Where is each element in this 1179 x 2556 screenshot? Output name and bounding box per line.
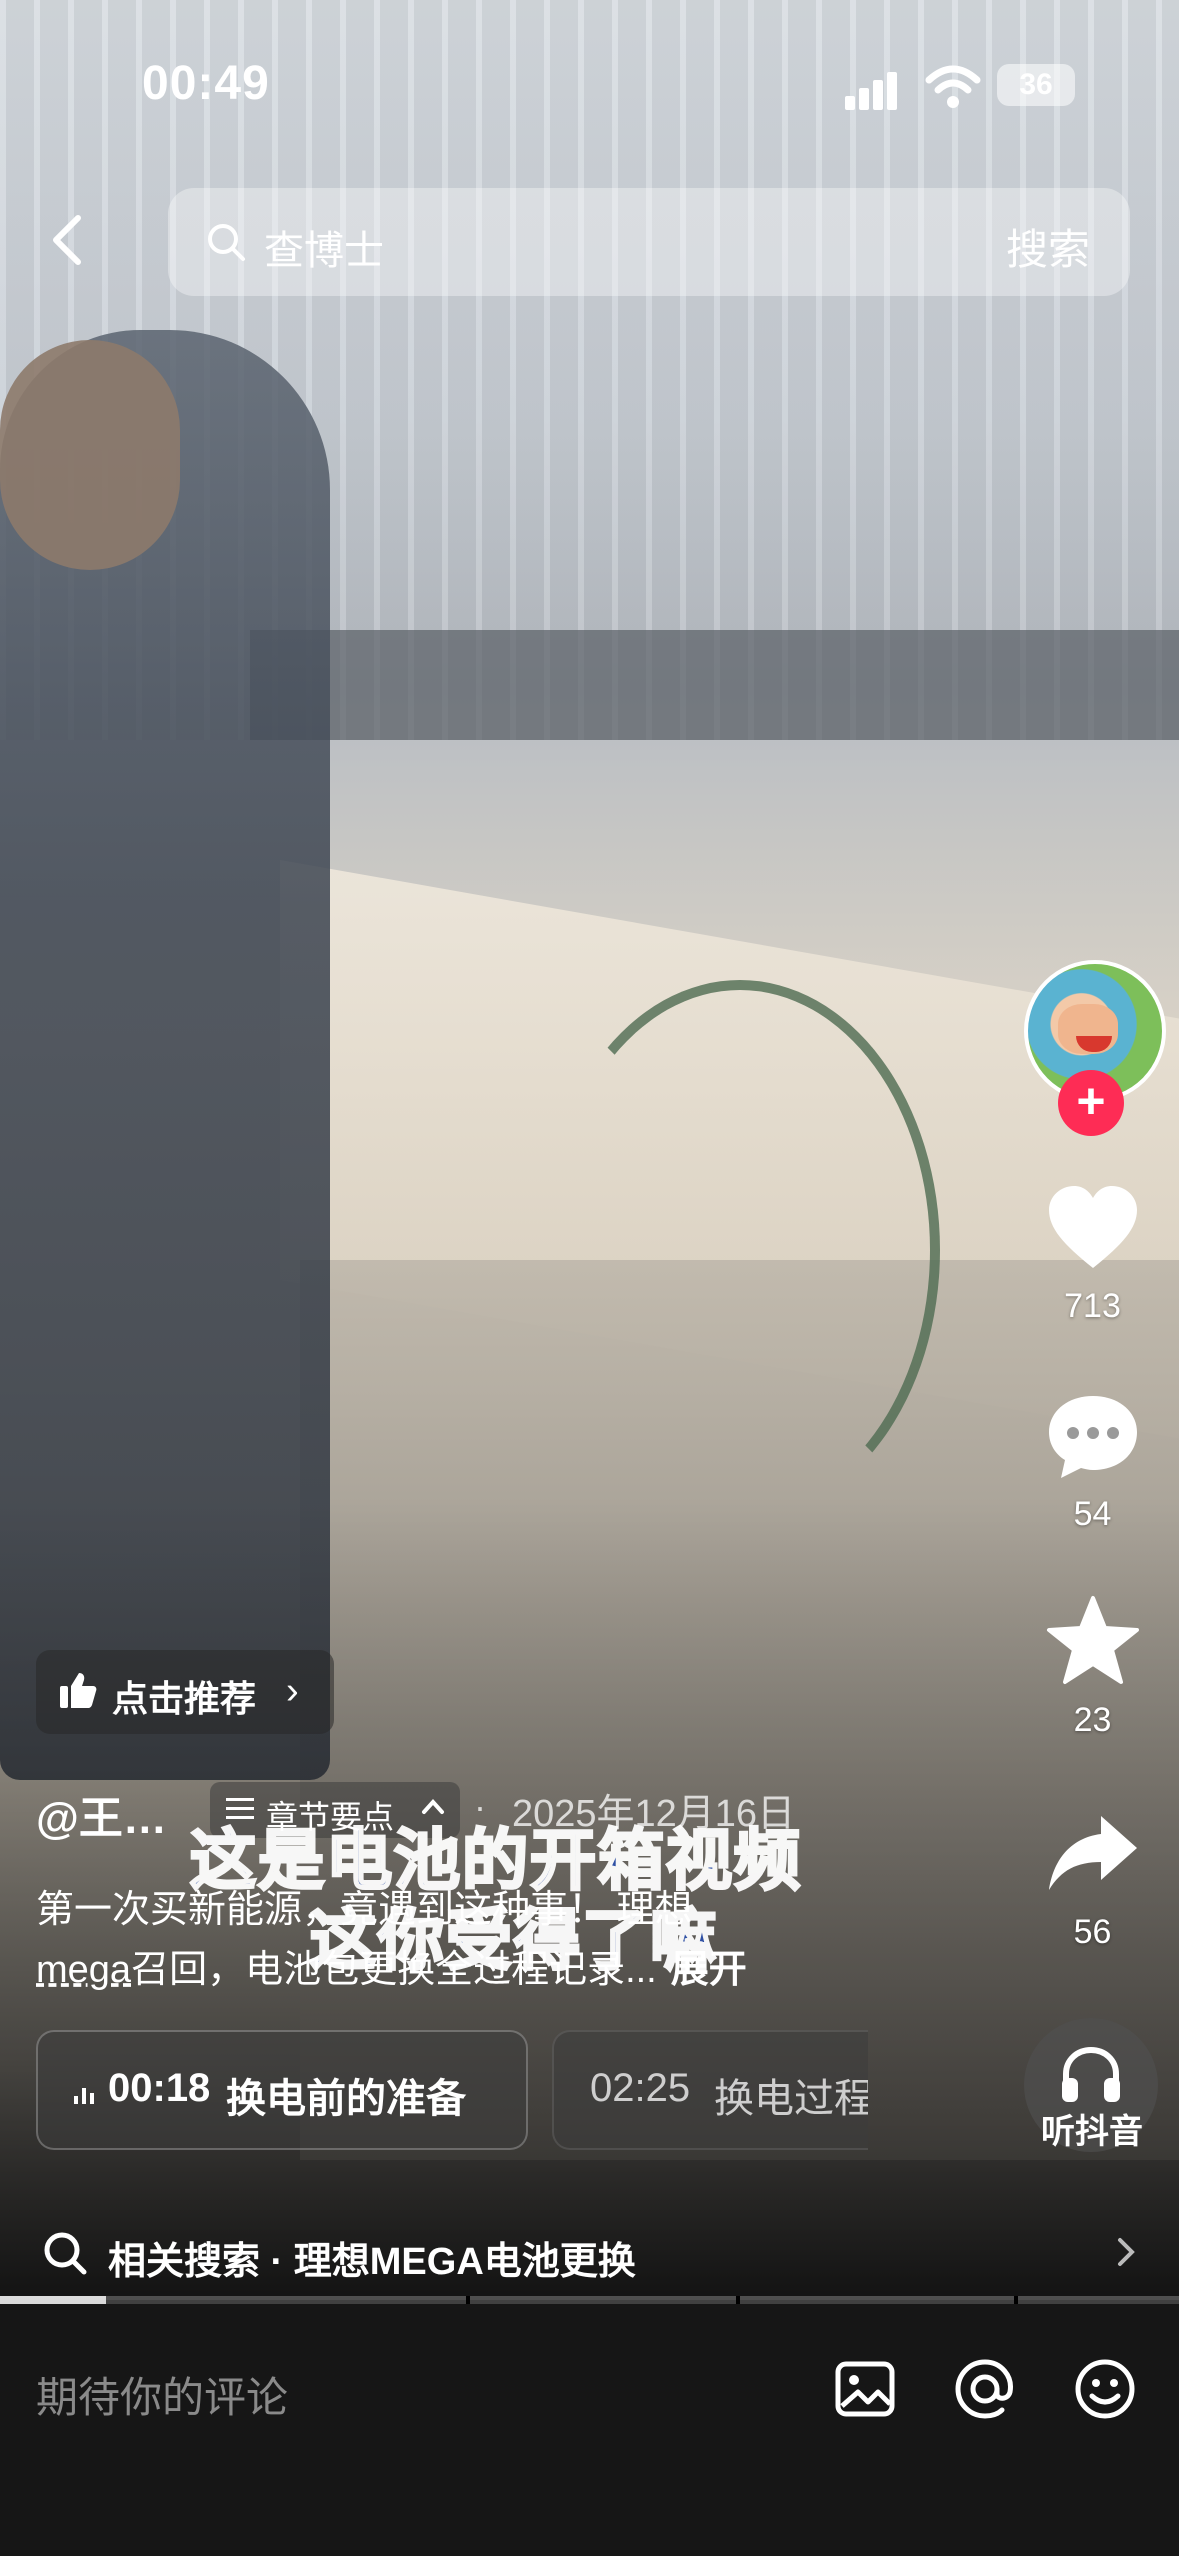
chevron-right-icon [1118,2238,1135,2266]
headphones-icon [1062,2046,1120,2102]
list-icon [226,1798,254,1819]
desc-prefix: 第一次买新能源，竟遇到这种事！ 理想 [36,1889,693,1931]
comment-input[interactable]: 期待你的评论 [36,2364,288,2425]
chevron-right-icon: › [286,1670,299,1712]
search-placeholder: 查博士 [264,229,384,273]
post-description[interactable]: 第一次买新能源，竟遇到这种事！ 理想 mega召回，电池包更换全过程记录... 展… [36,1880,886,2000]
star-icon [1046,1596,1139,1684]
comment-button[interactable]: 54 [1020,1388,1165,1534]
comment-icon [1048,1396,1137,1478]
chapter-label: 换电前的准备 [226,2077,466,2121]
like-button[interactable]: 713 [1020,1180,1165,1326]
follow-button[interactable]: + [1058,1070,1124,1136]
desc-tag[interactable]: mega [36,1949,131,1991]
recommend-label: 点击推荐 [112,1678,257,1719]
video-strap [540,980,940,1520]
related-search-text: 相关搜索 · 理想MEGA电池更换 [108,2241,636,2283]
share-button[interactable]: 56 [1020,1806,1165,1952]
chevron-up-icon [422,1799,444,1814]
wifi-icon [925,65,981,108]
chapter-marker [736,2296,740,2304]
cellular-signal-icon [845,70,905,110]
chapter-chip[interactable]: 00:18 换电前的准备 [36,2030,528,2150]
video-worker-head [0,340,180,570]
search-button[interactable]: 搜索 [1006,216,1090,277]
search-icon [44,2232,87,2275]
image-icon[interactable] [832,2356,898,2422]
expand-button[interactable]: 展开 [671,1949,747,1991]
share-icon [1048,1816,1137,1890]
comment-bar: 期待你的评论 [0,2304,1179,2556]
video-floor [250,630,1179,740]
progress-fill [0,2296,107,2304]
chapter-marker [1014,2296,1018,2304]
video-progress-bar[interactable] [0,2296,1179,2304]
related-search[interactable]: 相关搜索 · 理想MEGA电池更换 [0,2210,1179,2300]
chapter-time: 02:25 [590,2066,691,2110]
chapter-time: 00:18 [108,2066,211,2110]
desc-suffix: 召回，电池包更换全过程记录... [131,1949,657,1991]
battery-indicator: 36 [997,64,1075,106]
sound-bars-icon [74,2082,98,2104]
chapter-chip[interactable]: 02:25 换电过程 [552,2030,868,2150]
chapter-list: 00:18 换电前的准备 02:25 换电过程 [36,2030,868,2150]
back-icon[interactable] [40,210,100,270]
comment-count: 54 [1073,1495,1112,1533]
status-bar: 00:49 36 [0,0,1179,170]
thumbs-up-icon [60,1673,97,1708]
recommend-button[interactable]: 点击推荐 › [36,1650,334,1734]
search-input[interactable]: 查博士 搜索 [168,188,1130,296]
share-count: 56 [1073,1913,1112,1951]
heart-icon [1048,1186,1137,1268]
at-icon[interactable] [952,2356,1018,2422]
top-nav: 查博士 搜索 [0,180,1179,300]
author-name[interactable]: @王… [36,1782,167,1846]
favorite-count: 23 [1073,1701,1112,1739]
like-count: 713 [1064,1287,1121,1325]
emoji-icon[interactable] [1072,2356,1138,2422]
chapter-label: 换电过程 [714,2077,868,2121]
status-time: 00:49 [142,57,270,110]
search-icon [208,224,245,261]
favorite-button[interactable]: 23 [1020,1594,1165,1740]
chapter-marker [466,2296,470,2304]
listen-label: 听抖音 [1041,2113,1143,2151]
